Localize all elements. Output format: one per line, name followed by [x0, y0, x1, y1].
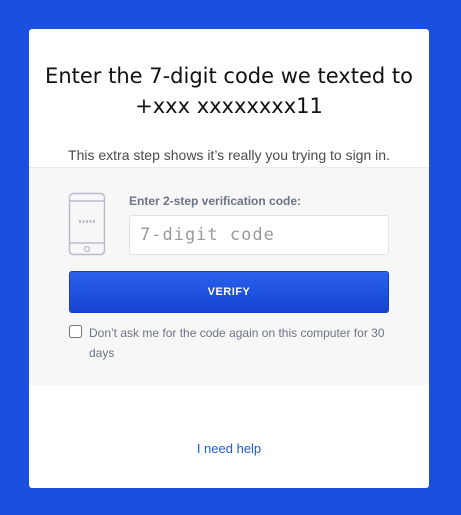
page-title: Enter the 7-digit code we texted to +xxx…: [45, 64, 413, 118]
verify-button[interactable]: VERIFY: [69, 271, 389, 313]
page-subtitle: This extra step shows it’s really you tr…: [68, 147, 390, 163]
remember-device-label[interactable]: Don’t ask me for the code again on this …: [89, 323, 399, 363]
verification-code-input[interactable]: [129, 215, 389, 255]
need-help-link[interactable]: I need help: [29, 441, 429, 456]
phone-icon: [68, 192, 106, 256]
code-field-label: Enter 2-step verification code:: [129, 194, 302, 208]
remember-device-option: Don’t ask me for the code again on this …: [69, 323, 399, 363]
verification-panel: Enter 2-step verification code: VERIFY D…: [29, 167, 429, 385]
verification-card: Enter the 7-digit code we texted to +xxx…: [29, 29, 429, 488]
remember-device-checkbox[interactable]: [69, 325, 82, 338]
